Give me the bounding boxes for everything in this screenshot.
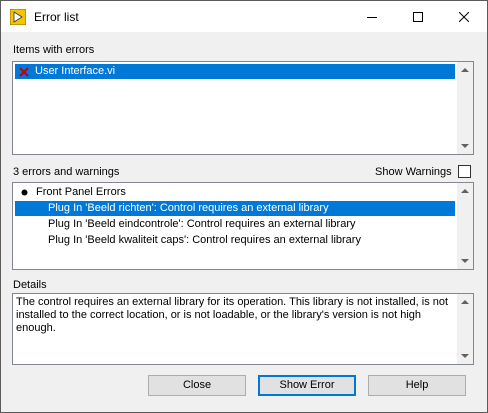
labview-app-icon	[10, 9, 26, 25]
bullet-icon	[21, 189, 28, 196]
items-with-errors-label: Items with errors	[13, 44, 95, 56]
list-item[interactable]: User Interface.vi	[15, 64, 455, 79]
items-with-errors-list[interactable]: User Interface.vi	[12, 61, 474, 155]
error-entry-label: Plug In 'Beeld richten': Control require…	[48, 202, 329, 214]
error-entry-row[interactable]: Plug In 'Beeld eindcontrole': Control re…	[15, 217, 455, 232]
scroll-down-icon[interactable]	[461, 144, 469, 148]
errors-count-label: 3 errors and warnings	[13, 166, 120, 178]
show-warnings-checkbox[interactable]	[458, 165, 471, 178]
error-entry-row[interactable]: Plug In 'Beeld kwaliteit caps': Control …	[15, 233, 455, 248]
error-entry-label: Plug In 'Beeld kwaliteit caps': Control …	[48, 234, 361, 246]
error-entry-row[interactable]: Plug In 'Beeld richten': Control require…	[15, 201, 455, 216]
scroll-up-icon[interactable]	[461, 68, 469, 72]
errors-list[interactable]: Front Panel Errors Plug In 'Beeld richte…	[12, 182, 474, 270]
error-entry-label: Plug In 'Beeld eindcontrole': Control re…	[48, 218, 356, 230]
close-button[interactable]: Close	[148, 375, 246, 396]
scroll-down-icon[interactable]	[461, 259, 469, 263]
items-list-scrollbar[interactable]	[457, 62, 473, 154]
window-title: Error list	[34, 10, 79, 24]
error-group-row[interactable]: Front Panel Errors	[15, 185, 455, 200]
scroll-up-icon[interactable]	[461, 300, 469, 304]
errors-list-scrollbar[interactable]	[457, 183, 473, 269]
details-scrollbar[interactable]	[457, 294, 473, 364]
details-text: The control requires an external library…	[16, 296, 449, 334]
close-window-button[interactable]	[441, 1, 487, 32]
error-group-label: Front Panel Errors	[36, 186, 126, 198]
list-item-label: User Interface.vi	[35, 65, 116, 77]
title-bar: Error list	[1, 1, 487, 32]
help-button[interactable]: Help	[368, 375, 466, 396]
scroll-down-icon[interactable]	[461, 354, 469, 358]
show-error-button[interactable]: Show Error	[258, 375, 356, 396]
error-x-icon	[19, 67, 29, 77]
maximize-icon	[413, 11, 423, 22]
minimize-icon	[367, 16, 377, 18]
close-icon	[459, 11, 469, 22]
details-label: Details	[13, 279, 47, 291]
error-list-window: Error list Items with errors User Interf…	[0, 0, 488, 413]
minimize-button[interactable]	[349, 1, 395, 32]
scroll-up-icon[interactable]	[461, 189, 469, 193]
details-textbox[interactable]: The control requires an external library…	[12, 293, 474, 365]
maximize-button[interactable]	[395, 1, 441, 32]
show-warnings-label: Show Warnings	[375, 166, 452, 178]
